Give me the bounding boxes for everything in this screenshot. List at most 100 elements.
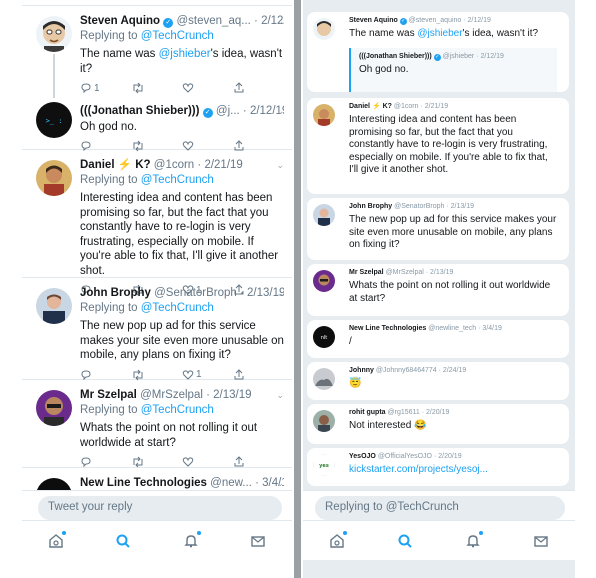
display-name: John Brophy xyxy=(80,287,151,299)
avatar[interactable]: >_ : xyxy=(36,102,72,138)
avatar[interactable]: yes xyxy=(313,454,335,476)
replying-to: Replying to @TechCrunch xyxy=(80,302,214,314)
card-johnny[interactable]: Johnny @Johnny68464774 · 2/24/19 😇 xyxy=(307,362,569,400)
like-button[interactable] xyxy=(182,82,233,94)
verified-icon: ✓ xyxy=(202,108,213,118)
avatar[interactable] xyxy=(313,18,335,40)
search-icon xyxy=(398,534,412,548)
chevron-down-icon[interactable]: ⌄ xyxy=(276,390,284,401)
tweet-text: The name was @jshieber's idea, wasn't it… xyxy=(349,28,539,39)
retweet-icon xyxy=(133,369,143,380)
tweet-header: New Line Technologies @newline_tech · 3/… xyxy=(349,324,559,334)
heart-icon xyxy=(182,457,194,467)
reply-input[interactable]: Tweet your reply xyxy=(38,496,282,520)
reply-icon xyxy=(81,457,91,468)
tweet-steven-aquino[interactable]: Steven Aquino ✓ @steven_aq... · 2/12/19 … xyxy=(22,6,292,98)
display-name: Daniel ⚡ K? xyxy=(80,159,151,171)
avatar[interactable] xyxy=(36,390,72,426)
card-daniel-k[interactable]: Daniel ⚡ K? @1corn · 2/21/19 Interesting… xyxy=(307,98,569,194)
avatar[interactable] xyxy=(313,104,335,126)
display-name: Mr Szelpal xyxy=(80,389,137,401)
reply-compose-bar: Replying to @TechCrunch xyxy=(303,490,575,524)
tab-notifications[interactable] xyxy=(179,529,203,553)
chevron-down-icon[interactable]: ⌄ xyxy=(276,478,284,489)
tweet-header: Daniel ⚡ K? @1corn · 2/21/19 xyxy=(349,102,559,112)
tweet-jonathan-shieber[interactable]: >_ : (((Jonathan Shieber))) ✓ @j... · 2/… xyxy=(22,96,292,151)
tweet-john-brophy[interactable]: John Brophy @SenatorBroph · 2/13/19 ⌄ Re… xyxy=(22,278,292,380)
reply-button[interactable] xyxy=(80,369,131,381)
tweet-text: / xyxy=(349,336,352,347)
mention-link[interactable]: @jshieber xyxy=(159,48,211,60)
share-button[interactable] xyxy=(233,368,284,381)
share-button[interactable] xyxy=(233,82,284,94)
date: · 2/20/19 xyxy=(421,409,450,416)
svg-text:nlt: nlt xyxy=(321,335,328,341)
bell-icon xyxy=(466,534,480,547)
tab-messages[interactable] xyxy=(529,529,553,553)
handle: @rg15611 xyxy=(387,409,420,416)
quoted-reply[interactable]: (((Jonathan Shieber))) ✓ @jshieber · 2/1… xyxy=(349,48,557,92)
tweet-link[interactable]: kickstarter.com/projects/yesoj... xyxy=(349,464,559,477)
reply-input[interactable]: Replying to @TechCrunch xyxy=(315,496,565,520)
like-button[interactable]: 1 xyxy=(182,369,233,381)
avatar[interactable] xyxy=(36,16,72,52)
card-mr-szelpal[interactable]: Mr Szelpal @MrSzelpal · 2/13/19 Whats th… xyxy=(307,264,569,316)
card-yesojo[interactable]: yes YesOJO @OfficialYesOJO · 2/20/19 kic… xyxy=(307,448,569,486)
date: · 2/21/19 xyxy=(197,159,243,171)
replying-to-link[interactable]: @TechCrunch xyxy=(141,174,214,186)
tab-search[interactable] xyxy=(393,529,417,553)
tab-home[interactable] xyxy=(325,529,349,553)
date: · 2/21/19 xyxy=(420,103,449,110)
reply-button[interactable] xyxy=(80,456,131,468)
share-button[interactable] xyxy=(233,456,284,468)
avatar[interactable]: nlt xyxy=(313,326,335,348)
avatar[interactable] xyxy=(36,160,72,196)
tweet-header: YesOJO @OfficialYesOJO · 2/20/19 xyxy=(349,452,559,462)
replying-to: Replying to @TechCrunch xyxy=(80,30,214,42)
tab-messages[interactable] xyxy=(246,529,270,553)
date: · 2/13/19 xyxy=(206,389,252,401)
avatar[interactable] xyxy=(36,288,72,324)
chevron-down-icon[interactable]: ⌄ xyxy=(276,16,284,27)
chevron-down-icon[interactable]: ⌄ xyxy=(276,106,284,117)
thread-line xyxy=(53,54,55,98)
reply-button[interactable]: 1 xyxy=(80,82,131,94)
tweet-text: The new pop up ad for this service makes… xyxy=(349,214,557,250)
avatar[interactable] xyxy=(313,410,335,432)
screen-divider xyxy=(294,0,301,578)
svg-text:>_ :: >_ : xyxy=(46,117,63,125)
avatar[interactable] xyxy=(313,204,335,226)
handle: @newline_tech xyxy=(428,325,477,332)
tab-search[interactable] xyxy=(111,529,135,553)
tweet-header: Daniel ⚡ K? @1corn · 2/21/19 xyxy=(80,158,284,173)
card-rohit-gupta[interactable]: rohit gupta @rg15611 · 2/20/19 Not inter… xyxy=(307,404,569,444)
handle: @j... xyxy=(215,105,240,117)
date: · 2/12/19 xyxy=(476,53,504,60)
tweet-daniel-k[interactable]: Daniel ⚡ K? @1corn · 2/21/19 ⌄ Replying … xyxy=(22,150,292,296)
replying-to-link[interactable]: @TechCrunch xyxy=(141,30,214,42)
like-button[interactable] xyxy=(182,456,233,468)
chevron-down-icon[interactable]: ⌄ xyxy=(276,160,284,171)
date: · 2/20/19 xyxy=(433,453,462,460)
display-name: Steven Aquino xyxy=(349,17,398,24)
avatar[interactable] xyxy=(313,368,335,390)
tweet-mr-szelpal[interactable]: Mr Szelpal @MrSzelpal · 2/13/19 ⌄ Replyi… xyxy=(22,380,292,468)
tab-notifications[interactable] xyxy=(461,529,485,553)
retweet-button[interactable] xyxy=(131,82,182,94)
replying-to-link[interactable]: @TechCrunch xyxy=(141,404,214,416)
card-new-line-technologies[interactable]: nlt New Line Technologies @newline_tech … xyxy=(307,320,569,358)
card-john-brophy[interactable]: John Brophy @SenatorBroph · 2/13/19 The … xyxy=(307,198,569,260)
card-steven-aquino[interactable]: Steven Aquino ✓ @steven_aquino · 2/12/19… xyxy=(307,12,569,92)
tweet-text: Whats the point on not rolling it out wo… xyxy=(80,422,258,449)
tweet-header: Steven Aquino ✓ @steven_aquino · 2/12/19 xyxy=(349,16,559,26)
retweet-button[interactable] xyxy=(131,456,182,468)
tab-home[interactable] xyxy=(44,529,68,553)
chevron-down-icon[interactable]: ⌄ xyxy=(276,288,284,299)
avatar[interactable] xyxy=(313,270,335,292)
mention-link[interactable]: @jshieber xyxy=(417,28,462,39)
replying-to-link[interactable]: @TechCrunch xyxy=(141,302,214,314)
tweet-text: 😇 xyxy=(349,378,362,389)
retweet-button[interactable] xyxy=(131,369,182,381)
handle: @Johnny68464774 xyxy=(375,367,437,374)
display-name: Daniel ⚡ K? xyxy=(349,103,392,110)
